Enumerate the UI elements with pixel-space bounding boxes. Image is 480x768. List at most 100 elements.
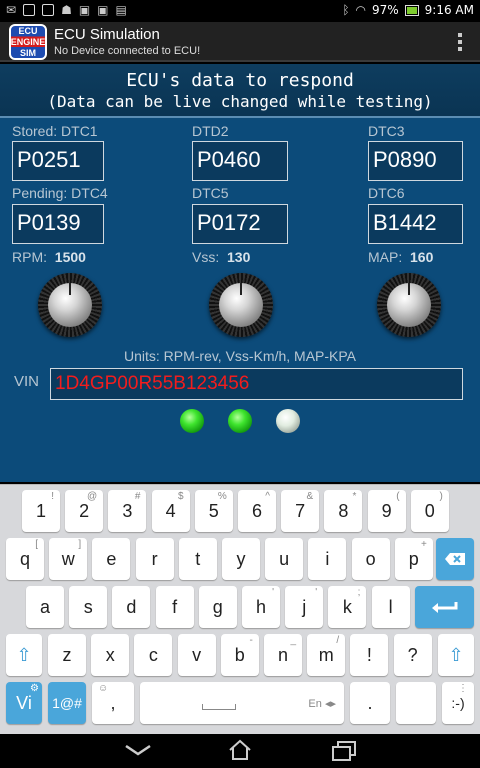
overflow-menu-icon[interactable] <box>458 33 462 51</box>
key-a[interactable]: a <box>26 586 64 628</box>
back-chevron-icon[interactable] <box>124 742 152 758</box>
key-0[interactable]: 0) <box>410 490 449 532</box>
key-s[interactable]: s <box>69 586 108 628</box>
key-label: 6 <box>251 500 262 521</box>
key-hint: @ <box>87 491 98 502</box>
key-label: ! <box>366 644 372 665</box>
key-l[interactable]: l <box>371 586 410 628</box>
key-g[interactable]: g <box>198 586 237 628</box>
key-f[interactable]: f <box>155 586 194 628</box>
gmail-icon: ✉ <box>6 3 17 17</box>
key-n[interactable]: n _ <box>264 634 302 676</box>
comma-key[interactable]: , ☺ <box>92 682 134 724</box>
key-label: r <box>151 548 158 569</box>
dtc1-input[interactable]: P0251 <box>12 141 104 181</box>
period-key[interactable]: . <box>350 682 390 724</box>
header-divider <box>0 116 480 118</box>
dtc2-input[interactable]: P0460 <box>192 141 288 181</box>
key-7[interactable]: 7 & <box>281 490 320 532</box>
key-label: k <box>342 596 352 617</box>
key-6[interactable]: 6 ^ <box>238 490 276 532</box>
key-8[interactable]: 8 * <box>324 490 363 532</box>
key-5[interactable]: 5% <box>194 490 233 532</box>
backspace-key[interactable] <box>436 538 474 580</box>
shift-right-key[interactable]: ⇧ <box>438 634 474 676</box>
bag-icon: ▣ <box>78 3 91 17</box>
connection-status: No Device connected to ECU! <box>54 45 201 57</box>
key-e[interactable]: e <box>92 538 131 580</box>
key-h[interactable]: h ' <box>242 586 280 628</box>
shift-left-key[interactable]: ⇧ <box>6 634 42 676</box>
home-icon[interactable] <box>228 739 252 761</box>
key-i[interactable]: i <box>308 538 347 580</box>
vi-input-key[interactable]: Vi ⚙ <box>6 682 42 724</box>
key-1[interactable]: 1! <box>22 490 60 532</box>
map-knob[interactable] <box>377 273 441 337</box>
key-label: 5 <box>208 500 219 521</box>
vss-knob[interactable] <box>209 273 273 337</box>
key-q[interactable]: q[ <box>6 538 44 580</box>
vss-label-text: Vss: <box>192 249 220 265</box>
key-hint: ] <box>78 539 82 550</box>
notification-icons: ✉ ☗ ▣ ▣ ▤ <box>6 3 127 17</box>
key-b[interactable]: b- <box>220 634 259 676</box>
key-c[interactable]: c <box>134 634 173 676</box>
smiley-key[interactable]: :-) ⋮ <box>442 682 474 724</box>
key-w[interactable]: w] <box>49 538 88 580</box>
enter-key[interactable] <box>415 586 474 628</box>
bag-icon: ▣ <box>97 3 109 17</box>
key-z[interactable]: z <box>48 634 86 676</box>
dtc6-input[interactable]: B1442 <box>368 204 463 244</box>
logo-line-2: ENGINE <box>10 36 46 47</box>
key-u[interactable]: u <box>265 538 304 580</box>
key-t[interactable]: t <box>178 538 217 580</box>
key-![interactable]: ! <box>350 634 389 676</box>
key-hint: ' <box>272 587 274 598</box>
key-v[interactable]: v <box>177 634 216 676</box>
dtc5-input[interactable]: P0172 <box>192 204 288 244</box>
symbols-key[interactable]: 1@# <box>48 682 86 724</box>
key-label: 4 <box>165 500 176 521</box>
key-label: m <box>318 644 334 665</box>
key-label: v <box>192 644 202 665</box>
app-logo: ECU ENGINE SIM <box>9 24 47 60</box>
ecu-panel: ECU's data to respond (Data can be live … <box>0 64 480 482</box>
units-note: Units: RPM-rev, Vss-Km/h, MAP-KPA <box>123 348 357 364</box>
key-r[interactable]: r <box>135 538 174 580</box>
rpm-label: RPM: 1500 <box>12 249 86 265</box>
dtc4-input[interactable]: P0139 <box>12 204 104 244</box>
key-hint: _ <box>290 635 296 646</box>
recent-apps-icon[interactable] <box>330 740 358 762</box>
dtc3-input[interactable]: P0890 <box>368 141 463 181</box>
image-icon <box>42 4 55 16</box>
dtc1-label: Stored: DTC1 <box>12 123 98 139</box>
rpm-knob[interactable] <box>38 273 102 337</box>
key-x[interactable]: x <box>91 634 130 676</box>
key-3[interactable]: 3 # <box>108 490 147 532</box>
android-icon: ☗ <box>61 3 72 17</box>
key-y[interactable]: y <box>222 538 260 580</box>
key-9[interactable]: 9( <box>367 490 406 532</box>
smiley-key-label: :-) <box>451 695 465 711</box>
key-k[interactable]: k; <box>328 586 367 628</box>
key-j[interactable]: j ' <box>285 586 324 628</box>
key-label: u <box>279 548 290 569</box>
key-p[interactable]: p + <box>394 538 433 580</box>
key-hint: + <box>420 539 427 550</box>
key-?[interactable]: ? <box>393 634 432 676</box>
key-4[interactable]: 4 $ <box>151 490 190 532</box>
empty-key[interactable] <box>396 682 436 724</box>
key-o[interactable]: o <box>351 538 390 580</box>
vin-input[interactable]: 1D4GP00R55B123456 <box>50 368 463 400</box>
key-d[interactable]: d <box>112 586 151 628</box>
map-value: 160 <box>410 249 434 265</box>
key-hint: ! <box>51 491 54 502</box>
key-2[interactable]: 2 @ <box>65 490 104 532</box>
key-m[interactable]: m / <box>307 634 346 676</box>
dtc4-label: Pending: DTC4 <box>12 185 108 201</box>
status-led-1 <box>180 409 204 433</box>
key-label: 7 <box>295 500 306 521</box>
space-key[interactable]: En ◂▸ <box>140 682 344 724</box>
key-label: ? <box>407 644 418 665</box>
navigation-bar <box>0 734 480 768</box>
